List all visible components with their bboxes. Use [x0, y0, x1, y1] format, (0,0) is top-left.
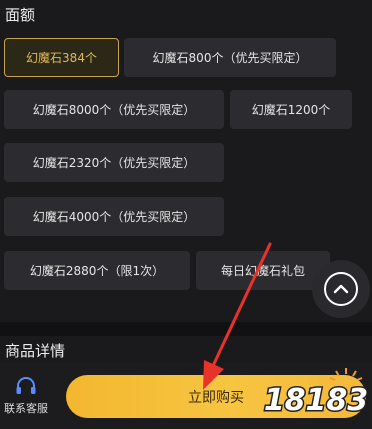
option-chip-8000[interactable]: 幻魔石8000个（优先买限定）: [4, 90, 224, 129]
scroll-to-top-button[interactable]: [312, 260, 370, 318]
option-chip-4000[interactable]: 幻魔石4000个（优先买限定）: [4, 197, 224, 236]
headset-icon: [16, 377, 36, 394]
option-chip-384[interactable]: 幻魔石384个: [4, 38, 119, 77]
option-chip-1200[interactable]: 幻魔石1200个: [230, 90, 352, 129]
denomination-title: 面额: [5, 6, 36, 24]
bottom-action-bar: 联系客服 立即购买: [0, 362, 372, 429]
chevron-up-icon: [324, 272, 358, 306]
customer-service-label: 联系客服: [4, 402, 48, 415]
option-chip-2320[interactable]: 幻魔石2320个（优先买限定）: [4, 143, 224, 182]
section-divider: [0, 322, 372, 336]
purchase-page: 面额 幻魔石384个 幻魔石800个（优先买限定） 幻魔石8000个（优先买限定…: [0, 0, 372, 429]
option-chip-2880[interactable]: 幻魔石2880个（限1次）: [4, 251, 190, 290]
option-chip-800[interactable]: 幻魔石800个（优先买限定）: [124, 38, 336, 77]
customer-service-button[interactable]: 联系客服: [0, 376, 52, 422]
product-details-title: 商品详情: [5, 342, 66, 360]
buy-now-button[interactable]: 立即购买: [66, 375, 366, 418]
option-chip-daily-pack[interactable]: 每日幻魔石礼包: [196, 251, 330, 290]
